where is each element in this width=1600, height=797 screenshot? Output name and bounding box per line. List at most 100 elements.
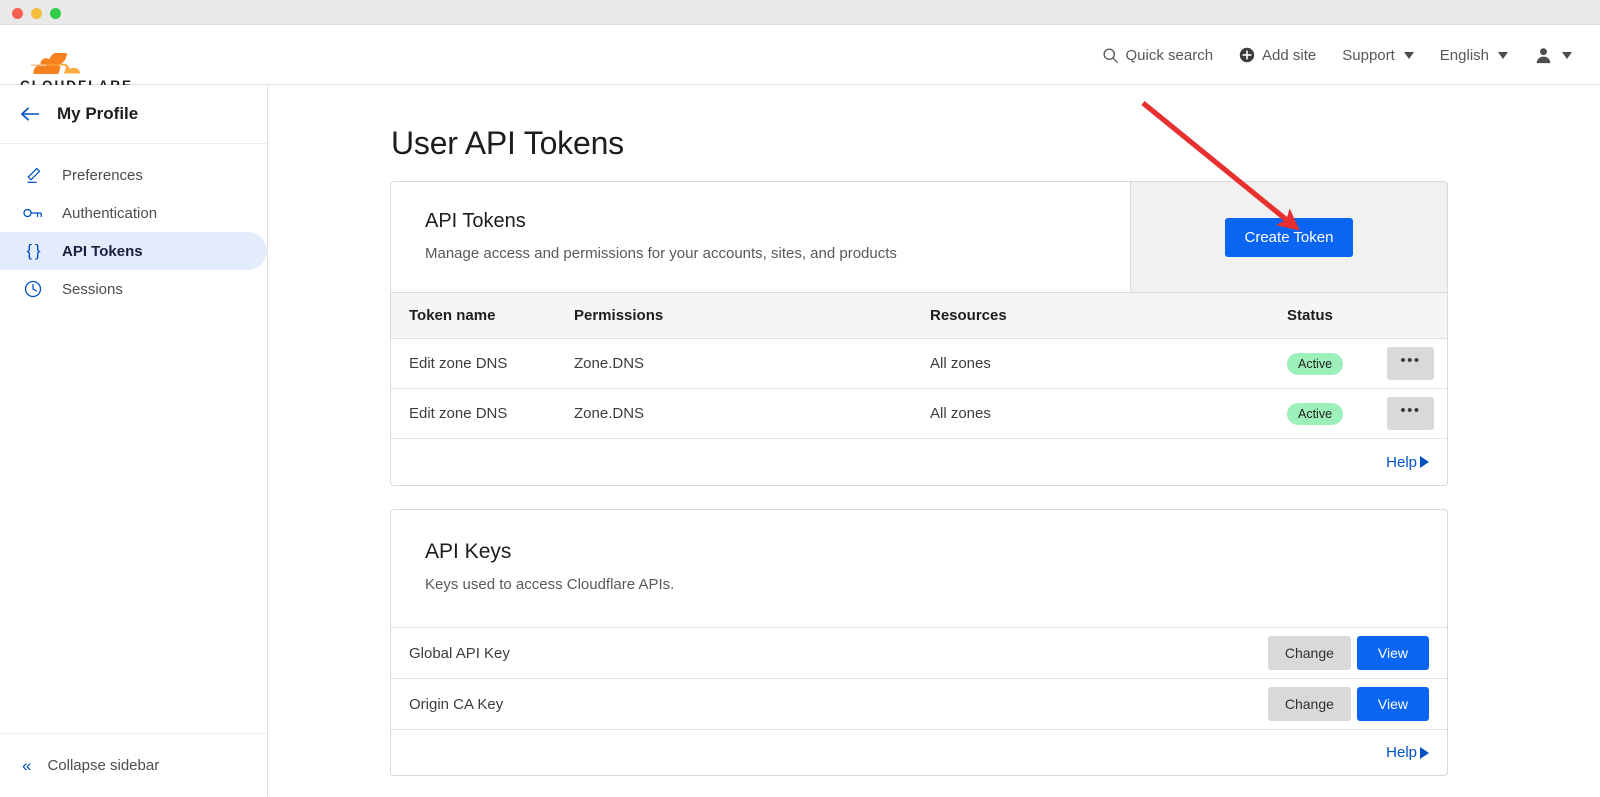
sidebar-title: My Profile [57,104,139,123]
key-icon [22,206,44,220]
api-keys-subtitle: Keys used to access Cloudflare APIs. [425,576,675,593]
clock-icon [22,280,44,298]
cell-status: Active [1287,338,1387,389]
user-avatar-icon [1536,47,1551,63]
row-actions-menu-button[interactable]: ••• [1387,397,1434,430]
back-arrow-icon[interactable] [20,106,41,122]
cell-token-name: Edit zone DNS [391,388,574,439]
quick-search-label: Quick search [1125,46,1214,64]
quick-search-button[interactable]: Quick search [1102,46,1214,64]
chevron-down-icon [1498,51,1508,59]
chevron-down-icon [1403,51,1414,59]
support-label: Support [1342,46,1395,64]
api-tokens-card: API Tokens Manage access and permissions… [390,181,1448,486]
collapse-sidebar-label: Collapse sidebar [47,757,160,774]
cloudflare-cloud-icon [30,53,81,74]
language-menu[interactable]: English [1440,47,1508,64]
page-title: User API Tokens [391,125,624,161]
cell-actions: ••• [1387,338,1447,389]
api-key-name: Origin CA Key [409,695,504,713]
api-key-name: Global API Key [409,644,510,662]
api-keys-card-header: API Keys Keys used to access Cloudflare … [391,510,1447,627]
change-global-api-key-button[interactable]: Change [1267,636,1351,670]
api-key-actions: Change View [1267,636,1429,670]
sidebar-item-authentication[interactable]: Authentication [0,194,267,232]
api-tokens-table-body: Edit zone DNS Zone.DNS All zones Active … [391,338,1447,439]
column-header-permissions: Permissions [574,292,930,339]
row-actions-menu-button[interactable]: ••• [1387,347,1434,380]
api-keys-title: API Keys [425,540,512,563]
maximize-window-button[interactable] [50,8,61,19]
plus-circle-icon [1239,47,1255,63]
sidebar-nav: Preferences Authentication { } API Token… [0,144,267,308]
traffic-lights [12,8,61,19]
add-site-label: Add site [1262,46,1317,64]
sidebar-item-label: Sessions [62,280,123,298]
cell-token-name: Edit zone DNS [391,338,574,389]
api-tokens-card-footer: Help [391,439,1447,485]
help-label: Help [1386,744,1417,761]
sidebar-item-label: API Tokens [62,242,143,260]
cell-permissions: Zone.DNS [574,338,930,389]
status-badge: Active [1287,402,1344,425]
status-badge: Active [1287,352,1344,375]
list-item: Global API Key Change View [391,627,1447,678]
api-tokens-title: API Tokens [425,210,526,232]
triangle-right-icon [1420,456,1429,468]
cell-permissions: Zone.DNS [574,388,930,439]
sidebar-item-sessions[interactable]: Sessions [0,270,267,308]
create-token-button[interactable]: Create Token [1224,217,1354,257]
api-keys-help-link[interactable]: Help [1386,744,1429,761]
view-global-api-key-button[interactable]: View [1356,636,1429,670]
pencil-icon [22,167,44,184]
chevron-down-icon [1562,51,1572,59]
collapse-sidebar-button[interactable]: « Collapse sidebar [0,733,267,797]
api-tokens-header-action: Create Token [1130,182,1447,292]
account-menu[interactable] [1534,46,1572,65]
close-window-button[interactable] [12,8,23,19]
language-label: English [1439,46,1489,64]
column-header-token-name: Token name [391,292,574,339]
api-keys-card: API Keys Keys used to access Cloudflare … [390,509,1448,776]
sidebar: My Profile Preferences Authentication {… [0,85,268,797]
cell-resources: All zones [930,338,1287,389]
column-header-actions [1387,292,1447,339]
api-tokens-table: Token name Permissions Resources Status … [391,292,1447,439]
api-key-actions: Change View [1267,687,1429,721]
api-tokens-table-head: Token name Permissions Resources Status [391,292,1447,339]
top-navigation-bar: CLOUDFLARE Quick search Add site Sup [0,25,1600,93]
window-titlebar [0,0,1600,25]
sidebar-item-label: Preferences [62,166,143,184]
sidebar-item-api-tokens[interactable]: { } API Tokens [0,232,267,270]
table-row[interactable]: Edit zone DNS Zone.DNS All zones Active … [391,388,1447,439]
sidebar-item-preferences[interactable]: Preferences [0,156,267,194]
api-tokens-subtitle: Manage access and permissions for your a… [425,245,897,262]
api-keys-card-footer: Help [391,729,1447,775]
table-header-row: Token name Permissions Resources Status [391,292,1447,339]
api-tokens-help-link[interactable]: Help [1386,454,1429,471]
view-origin-ca-key-button[interactable]: View [1356,687,1429,721]
sidebar-header[interactable]: My Profile [0,85,267,144]
table-row[interactable]: Edit zone DNS Zone.DNS All zones Active … [391,338,1447,389]
help-label: Help [1386,453,1417,471]
column-header-resources: Resources [930,292,1287,339]
minimize-window-button[interactable] [31,8,42,19]
api-tokens-header-text: API Tokens Manage access and permissions… [391,182,1130,292]
triangle-right-icon [1420,746,1429,759]
search-icon [1102,47,1118,63]
cell-resources: All zones [930,388,1287,439]
main-content: User API Tokens API Tokens Manage access… [268,85,1600,797]
support-menu[interactable]: Support [1342,47,1414,64]
api-tokens-card-header: API Tokens Manage access and permissions… [391,182,1447,292]
top-nav-items: Quick search Add site Support English [1102,25,1572,85]
cell-actions: ••• [1387,388,1447,439]
cell-status: Active [1287,388,1387,439]
change-origin-ca-key-button[interactable]: Change [1267,687,1351,721]
sidebar-item-label: Authentication [62,204,158,222]
app-window: CLOUDFLARE Quick search Add site Sup [0,0,1600,797]
add-site-button[interactable]: Add site [1239,47,1316,64]
chevron-double-left-icon: « [22,756,32,775]
braces-icon: { } [26,241,40,260]
column-header-status: Status [1287,292,1387,339]
list-item: Origin CA Key Change View [391,678,1447,729]
